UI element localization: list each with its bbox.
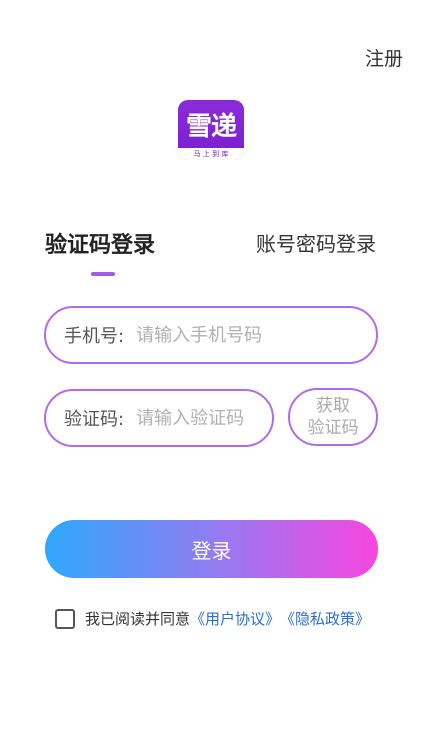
code-input[interactable]: [136, 407, 257, 429]
get-code-label-line1: 获取: [316, 396, 350, 416]
login-screen: 注册 雪递 马 上 到 库 验证码登录 账号密码登录 手机号: 验证码: 获取 …: [0, 0, 423, 752]
agreement-checkbox[interactable]: [55, 608, 75, 629]
phone-field: 手机号:: [44, 306, 378, 364]
app-logo: 雪递 马 上 到 库: [178, 100, 244, 160]
phone-input[interactable]: [136, 324, 337, 346]
active-tab-indicator: [91, 272, 115, 276]
user-agreement-link[interactable]: 《用户协议》: [190, 608, 280, 629]
agreement-text: 我已阅读并同意: [85, 610, 191, 628]
code-field: 验证码:: [44, 389, 274, 447]
phone-label: 手机号:: [64, 326, 125, 347]
register-link[interactable]: 注册: [365, 44, 403, 71]
tab-sms-login[interactable]: 验证码登录: [45, 227, 155, 259]
tab-password-login[interactable]: 账号密码登录: [256, 228, 376, 257]
login-button[interactable]: 登录: [45, 520, 378, 578]
logo-subtext: 马 上 到 库: [178, 148, 244, 160]
logo-text: 雪递: [185, 112, 237, 142]
agreement-row: 我已阅读并同意 《用户协议》 《隐私政策》: [55, 608, 370, 629]
get-code-button[interactable]: 获取 验证码: [288, 388, 378, 446]
privacy-policy-link[interactable]: 《隐私政策》: [280, 608, 370, 629]
code-label: 验证码:: [64, 409, 125, 430]
get-code-label-line2: 验证码: [307, 418, 359, 438]
